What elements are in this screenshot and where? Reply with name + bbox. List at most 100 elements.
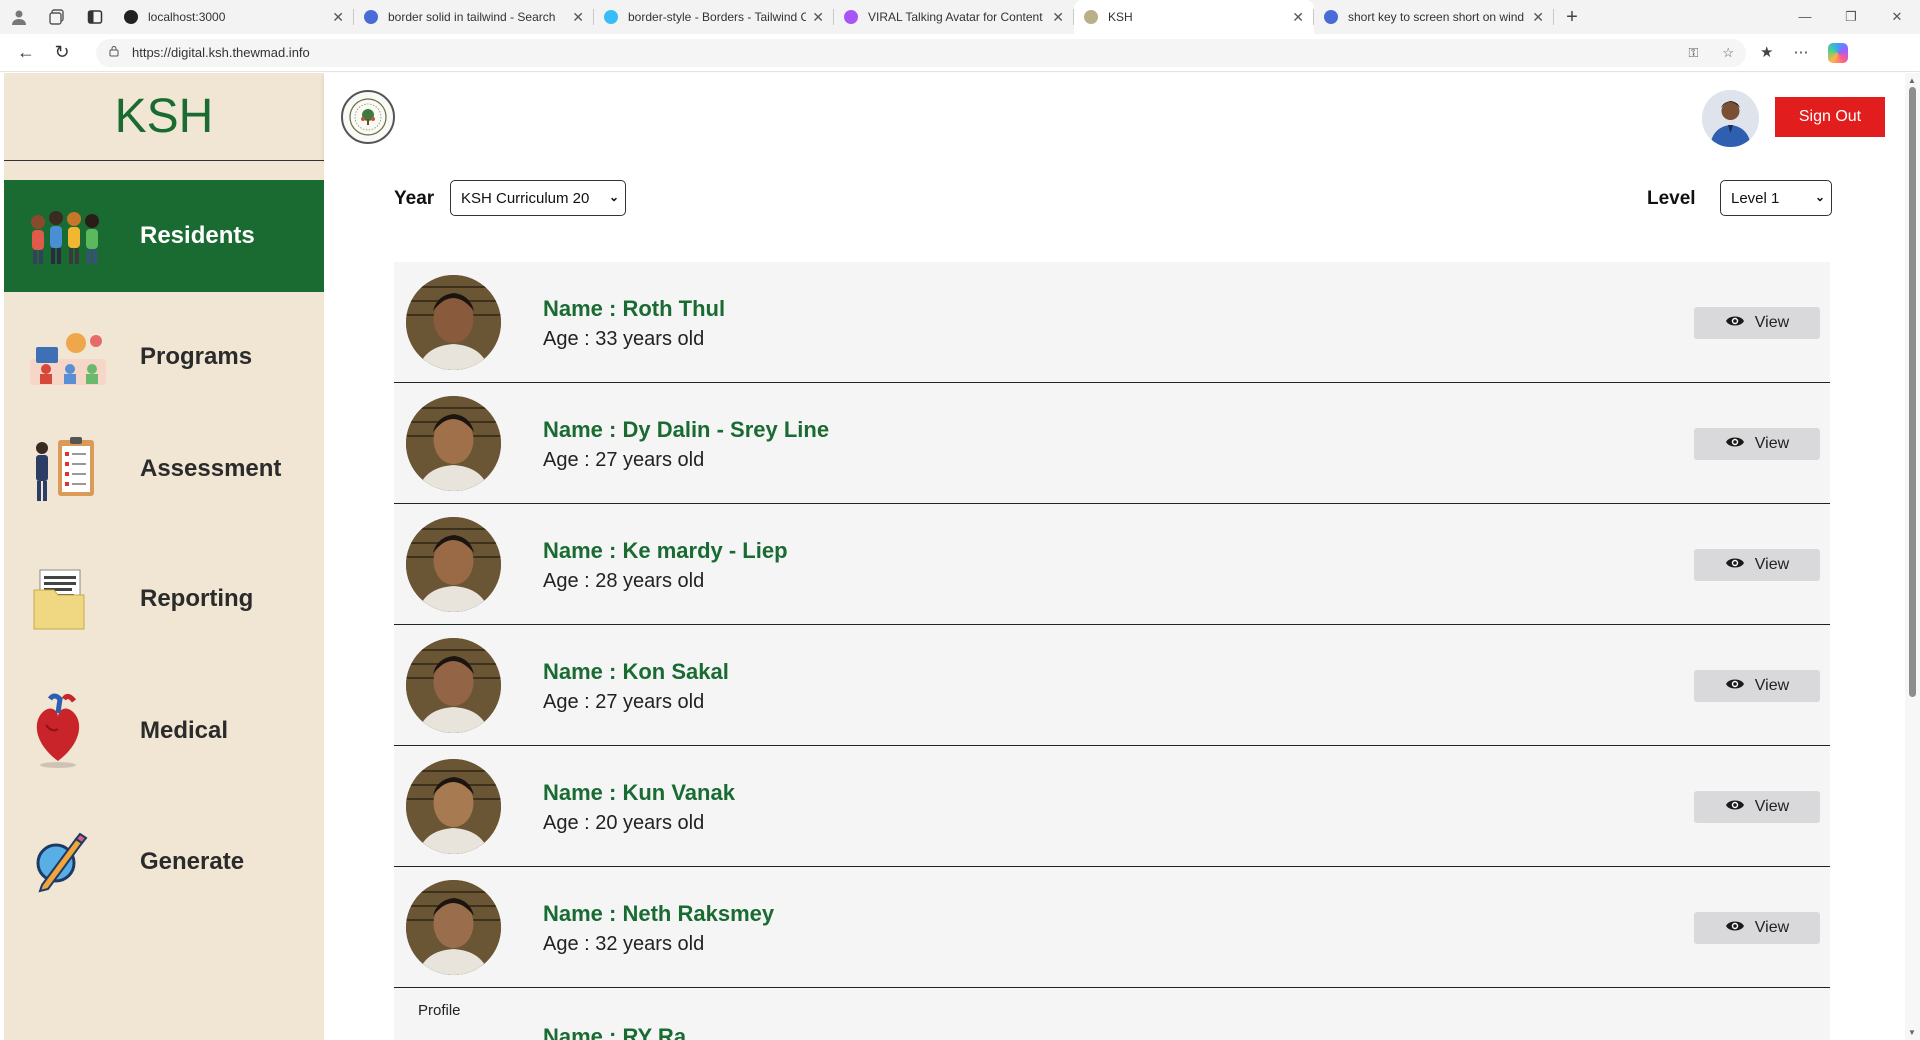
view-button-label: View <box>1754 556 1790 573</box>
sidebar-item-label: Reporting <box>140 585 254 612</box>
year-select-value: KSH Curriculum 20 <box>461 189 590 207</box>
tab-close-icon[interactable]: ✕ <box>1532 9 1544 26</box>
workspaces-icon[interactable] <box>38 0 76 34</box>
residents-list: Name : Roth Thul Age : 33 years old View Na… <box>394 262 1830 1040</box>
copilot-icon[interactable] <box>1828 42 1849 63</box>
tab-favicon-icon <box>364 10 378 24</box>
view-button[interactable]: View <box>1694 307 1820 339</box>
view-button[interactable]: View <box>1694 791 1820 823</box>
programs-icon <box>26 315 110 399</box>
view-button[interactable]: View <box>1694 670 1820 702</box>
tab-favicon-icon <box>604 10 618 24</box>
user-avatar[interactable] <box>1702 90 1759 147</box>
sidebar-item-reporting[interactable]: Reporting <box>4 543 324 655</box>
tab-favicon-icon <box>844 10 858 24</box>
sidebar-item-residents[interactable]: Residents <box>4 180 324 292</box>
tab-title: border solid in tailwind - Search <box>388 10 556 24</box>
resident-name: Name : Kon Sakal <box>543 659 729 684</box>
profile-image-alt: Profile <box>418 1002 461 1019</box>
tab-close-icon[interactable]: ✕ <box>1292 9 1304 26</box>
more-menu-icon[interactable]: ⋯ <box>1793 43 1808 63</box>
restore-icon[interactable]: ❐ <box>1828 9 1874 25</box>
year-select[interactable]: KSH Curriculum 20 ⌄ <box>450 180 626 216</box>
browser-tab[interactable]: short key to screen short on wind ✕ <box>1314 0 1554 34</box>
list-item: Name : Roth Thul Age : 33 years old View <box>394 262 1830 383</box>
sidebar-item-medical[interactable]: Medical <box>4 669 324 793</box>
sidebar: KSH Residents Programs Assessment Report… <box>4 73 324 1040</box>
resident-photo <box>406 759 501 854</box>
resident-name: Name : Neth Raksmey <box>543 901 775 926</box>
key-icon[interactable]: ⚿ <box>1688 45 1698 61</box>
tab-close-icon[interactable]: ✕ <box>812 9 824 26</box>
tab-favicon-icon <box>124 10 138 24</box>
tab-close-icon[interactable]: ✕ <box>1052 9 1064 26</box>
resident-age: Age : 32 years old <box>543 933 705 955</box>
browser-tab[interactable]: border solid in tailwind - Search ✕ <box>354 0 594 34</box>
url-field[interactable]: https://digital.ksh.thewmad.info ⚿ ☆ <box>96 38 1746 67</box>
resident-photo <box>406 638 501 733</box>
top-header: Sign Out <box>324 73 1905 161</box>
sidebar-item-label: Programs <box>140 343 253 370</box>
chevron-down-icon: ⌄ <box>1814 190 1825 204</box>
reporting-folder-icon <box>26 557 110 641</box>
assessment-clipboard-icon <box>26 427 110 511</box>
refresh-icon[interactable]: ↻ <box>44 34 80 72</box>
view-button-label: View <box>1754 677 1790 694</box>
browser-tab[interactable]: border-style - Borders - Tailwind C ✕ <box>594 0 834 34</box>
browser-tab[interactable]: localhost:3000 ✕ <box>114 0 354 34</box>
scroll-up-icon[interactable]: ▲ <box>1908 76 1916 85</box>
resident-name: Name : Roth Thul <box>543 296 726 321</box>
sidebar-item-generate[interactable]: Generate <box>4 806 324 918</box>
view-button-label: View <box>1754 435 1790 452</box>
tab-title: short key to screen short on wind <box>1348 10 1525 24</box>
sidebar-item-label: Medical <box>140 717 229 744</box>
scrollbar-thumb[interactable] <box>1909 87 1916 697</box>
scroll-down-icon[interactable]: ▼ <box>1908 1028 1916 1037</box>
browser-tab[interactable]: VIRAL Talking Avatar for Content C ✕ <box>834 0 1074 34</box>
level-select[interactable]: Level 1 ⌄ <box>1720 180 1832 216</box>
view-button[interactable]: View <box>1694 912 1820 944</box>
url-text: https://digital.ksh.thewmad.info <box>132 45 310 60</box>
sidebar-item-label: Generate <box>140 848 245 875</box>
resident-name: Name : RY Ra <box>543 1024 687 1040</box>
eye-icon <box>1725 919 1745 938</box>
eye-icon <box>1725 798 1745 817</box>
minimize-icon[interactable]: — <box>1782 9 1828 25</box>
page-scrollbar[interactable]: ▲ ▼ <box>1905 73 1920 1040</box>
organization-logo[interactable] <box>341 90 395 144</box>
browser-tab[interactable]: KSH ✕ <box>1074 0 1314 34</box>
view-button[interactable]: View <box>1694 428 1820 460</box>
eye-icon <box>1725 556 1745 575</box>
resident-age: Age : 28 years old <box>543 570 705 592</box>
sidebar-item-label: Residents <box>140 222 255 249</box>
sidebar-item-label: Assessment <box>140 455 282 482</box>
eye-icon <box>1725 435 1745 454</box>
resident-photo <box>406 396 501 491</box>
site-info-icon[interactable] <box>108 45 120 60</box>
list-item: Profile Name : RY Ra <box>394 988 1830 1040</box>
profile-icon[interactable] <box>0 0 38 34</box>
tab-title: localhost:3000 <box>148 10 226 24</box>
list-item: Name : Dy Dalin - Srey Line Age : 27 year… <box>394 383 1830 504</box>
tab-close-icon[interactable]: ✕ <box>332 9 344 26</box>
tab-title: border-style - Borders - Tailwind C <box>628 10 807 24</box>
new-tab-button[interactable]: + <box>1554 6 1590 29</box>
back-icon[interactable]: ← <box>8 34 44 72</box>
app: KSH Residents Programs Assessment Report… <box>0 73 1905 1040</box>
resident-age: Age : 33 years old <box>543 328 705 350</box>
close-window-icon[interactable]: ✕ <box>1874 9 1920 25</box>
sidebar-item-programs[interactable]: Programs <box>4 301 324 413</box>
sidebar-item-assessment[interactable]: Assessment <box>4 413 324 525</box>
favorite-star-icon[interactable]: ☆ <box>1722 45 1734 61</box>
tab-favicon-icon <box>1084 10 1098 24</box>
address-bar: ← ↻ https://digital.ksh.thewmad.info ⚿ ☆… <box>0 34 1920 72</box>
view-button-label: View <box>1754 919 1790 936</box>
resident-age: Age : 27 years old <box>543 691 705 713</box>
browser-tab-bar: localhost:3000 ✕ border solid in tailwind … <box>0 0 1920 34</box>
sign-out-button[interactable]: Sign Out <box>1775 97 1885 137</box>
favorites-icon[interactable]: ★ <box>1760 43 1773 63</box>
vertical-tabs-icon[interactable] <box>76 0 114 34</box>
year-label: Year <box>394 188 435 209</box>
view-button[interactable]: View <box>1694 549 1820 581</box>
tab-close-icon[interactable]: ✕ <box>572 9 584 26</box>
